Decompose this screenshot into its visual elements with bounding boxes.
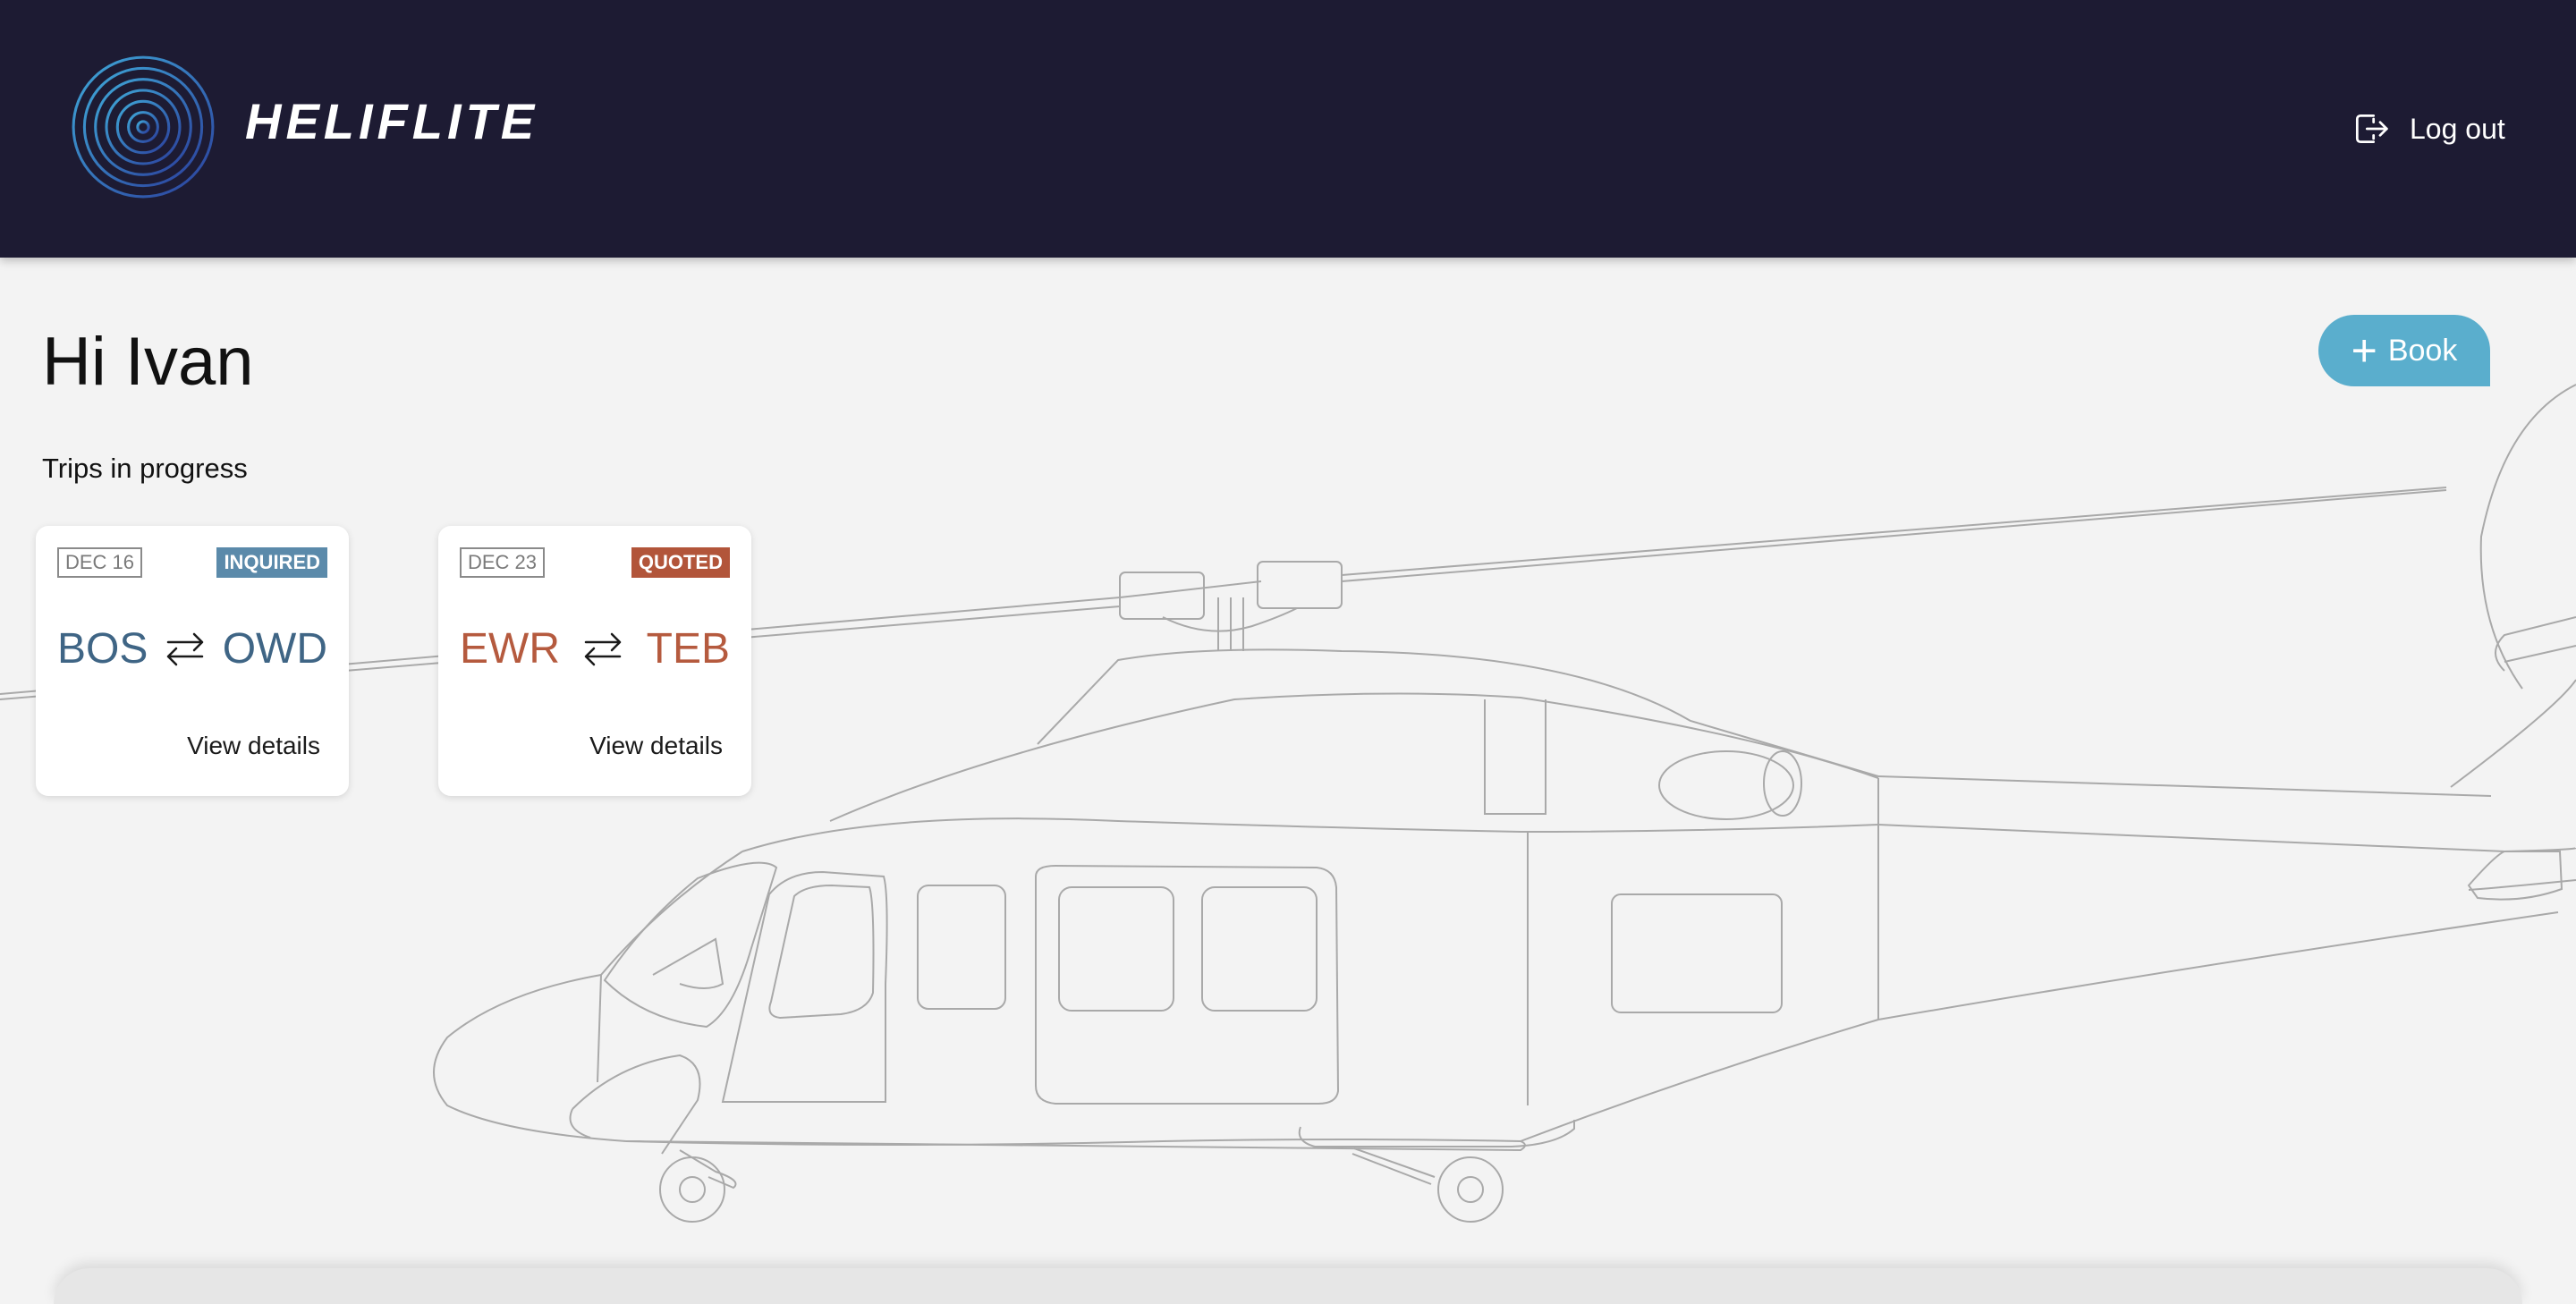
view-details-link[interactable]: View details — [187, 730, 320, 762]
brand-name: HELIFLITE — [245, 93, 539, 149]
origin-code: EWR — [460, 625, 560, 673]
destination-code: TEB — [646, 625, 730, 673]
greeting-heading: Hi Ivan — [42, 324, 254, 400]
helicopter-illustration — [0, 384, 2576, 1223]
swap-arrows-icon — [166, 632, 204, 666]
view-details-link[interactable]: View details — [589, 730, 723, 762]
trip-route: EWR TEB — [460, 624, 730, 674]
trip-date-badge: DEC 23 — [460, 547, 546, 578]
trips-in-progress-heading: Trips in progress — [42, 453, 248, 484]
swap-arrows-icon — [585, 632, 622, 666]
book-button[interactable]: + Book — [2318, 315, 2490, 386]
trip-card[interactable]: DEC 23 QUOTED EWR TEB View details — [438, 526, 751, 796]
trip-date-badge: DEC 16 — [57, 547, 143, 578]
plus-icon: + — [2351, 326, 2377, 376]
origin-code: BOS — [57, 625, 148, 673]
trip-card[interactable]: DEC 16 INQUIRED BOS OWD View details — [36, 526, 349, 796]
book-label: Book — [2387, 334, 2458, 368]
status-badge: QUOTED — [631, 547, 730, 578]
logout-icon — [2355, 114, 2388, 144]
concentric-rings-icon[interactable] — [70, 54, 216, 200]
logout-button[interactable]: Log out — [2351, 104, 2505, 154]
bottom-panel-edge — [54, 1268, 2522, 1304]
trip-route: BOS OWD — [57, 624, 327, 674]
logout-label: Log out — [2410, 113, 2505, 145]
status-badge: INQUIRED — [216, 547, 327, 578]
destination-code: OWD — [222, 625, 327, 673]
top-header: HELIFLITE Log out — [0, 0, 2576, 258]
